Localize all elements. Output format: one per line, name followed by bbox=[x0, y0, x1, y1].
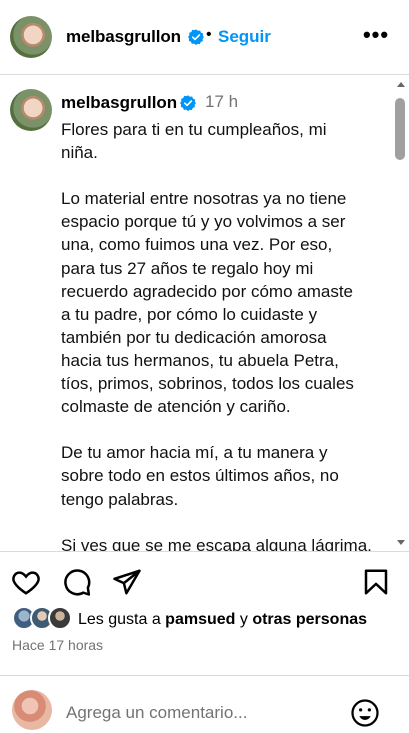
caption-avatar[interactable] bbox=[10, 89, 52, 131]
verified-badge-icon bbox=[188, 29, 204, 45]
profile-avatar[interactable] bbox=[10, 16, 52, 58]
other-likers-link[interactable]: otras personas bbox=[252, 611, 367, 628]
scrollbar-thumb[interactable] bbox=[395, 98, 405, 160]
scroll-down-arrow[interactable] bbox=[397, 540, 405, 545]
caption-username[interactable]: melbasgrullon bbox=[61, 93, 177, 113]
post-header: melbasgrullon • Seguir ••• bbox=[0, 0, 409, 75]
liker-avatar bbox=[48, 606, 72, 630]
liker-avatars bbox=[12, 606, 78, 632]
likes-text: Les gusta a pamsued y otras personas bbox=[78, 611, 367, 629]
separator-dot: • bbox=[206, 26, 212, 43]
post-time[interactable]: 17 h bbox=[205, 92, 238, 112]
likes-prefix: Les gusta a bbox=[78, 611, 166, 628]
scroll-up-arrow[interactable] bbox=[397, 82, 405, 87]
liker-username[interactable]: pamsued bbox=[165, 611, 235, 628]
emoji-icon[interactable] bbox=[350, 698, 380, 728]
bookmark-icon[interactable] bbox=[361, 567, 391, 597]
verified-badge-icon bbox=[180, 95, 196, 111]
header-username[interactable]: melbasgrullon bbox=[66, 27, 181, 47]
avatar-image bbox=[10, 89, 52, 131]
likes-summary[interactable]: Les gusta a pamsued y otras personas bbox=[12, 606, 402, 634]
follow-button[interactable]: Seguir bbox=[218, 27, 271, 47]
current-user-avatar bbox=[12, 690, 52, 730]
action-bar bbox=[0, 551, 409, 601]
caption-scrollbar[interactable] bbox=[395, 76, 407, 551]
more-options-icon[interactable]: ••• bbox=[361, 22, 391, 50]
post-caption-area: melbasgrullon 17 h Flores para ti en tu … bbox=[0, 76, 409, 551]
comment-icon[interactable] bbox=[62, 567, 92, 597]
caption-text: Flores para ti en tu cumpleaños, mi niña… bbox=[61, 120, 372, 551]
post-timestamp[interactable]: Hace 17 horas bbox=[12, 637, 103, 653]
avatar-image bbox=[12, 690, 52, 730]
share-icon[interactable] bbox=[112, 567, 142, 597]
heart-icon[interactable] bbox=[11, 567, 41, 597]
avatar-image bbox=[10, 16, 52, 58]
comment-composer bbox=[0, 675, 409, 733]
comment-input[interactable] bbox=[66, 701, 336, 725]
likes-connector: y bbox=[235, 611, 253, 628]
